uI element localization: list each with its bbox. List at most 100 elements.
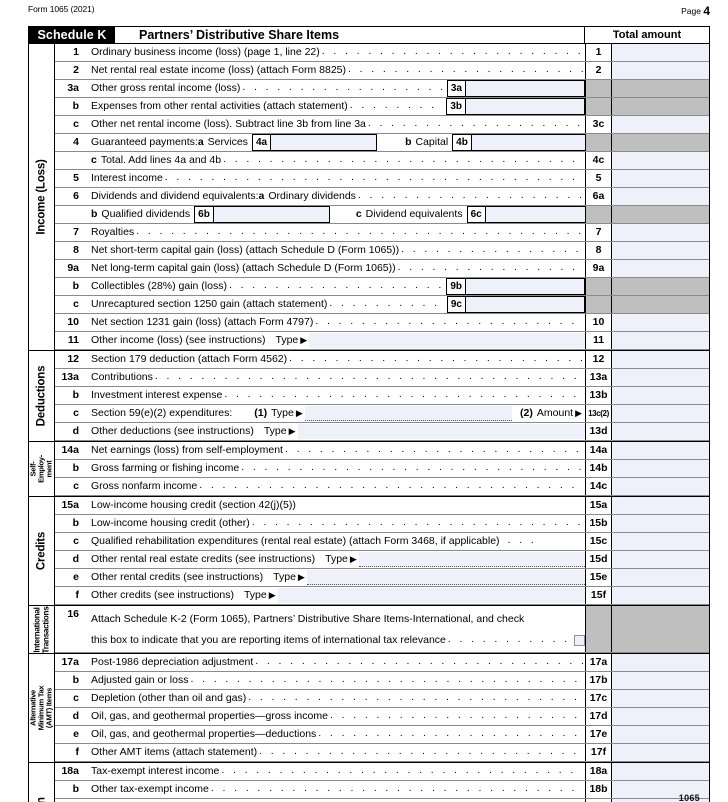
line-description: Other gross rental income (loss) 3a <box>84 80 586 97</box>
table-row: b Low-income housing credit (other) 15b <box>55 515 709 533</box>
line-description: Post-1986 depreciation adjustment <box>84 654 586 671</box>
amount-input[interactable] <box>612 170 709 187</box>
amount-input[interactable] <box>612 726 709 743</box>
inline-entry-field-4a[interactable] <box>271 135 377 150</box>
amount-input[interactable] <box>612 515 709 532</box>
inline-entry-field-3a[interactable] <box>466 81 584 96</box>
line-number: c <box>73 407 79 419</box>
amount-input[interactable] <box>612 708 709 725</box>
type-input[interactable] <box>358 552 585 567</box>
amount-input[interactable] <box>612 763 709 780</box>
dot-leader <box>348 62 583 78</box>
amount-input[interactable] <box>612 260 709 277</box>
line-description: Unrecaptured section 1250 gain (attach s… <box>84 296 586 313</box>
line-text-2: this box to indicate that you are report… <box>91 630 585 651</box>
amount-input[interactable] <box>612 62 709 79</box>
row-text: Section 179 deduction (attach Form 4562) <box>91 353 288 365</box>
amount-input[interactable] <box>612 569 709 586</box>
inline-entry-field-9c[interactable] <box>466 297 584 312</box>
row-text: Net section 1231 gain (loss) (attach For… <box>91 316 314 328</box>
amount-input[interactable] <box>612 369 709 386</box>
type-input[interactable] <box>304 406 513 421</box>
inline-entry-field-6b[interactable] <box>213 207 329 222</box>
amount-input[interactable] <box>612 460 709 477</box>
line-description: Tax-exempt interest income <box>84 763 586 780</box>
amount-input[interactable] <box>612 152 709 169</box>
amount-input[interactable] <box>612 587 709 604</box>
type-input[interactable] <box>277 588 585 603</box>
dot-leader <box>248 690 583 706</box>
amount-input[interactable] <box>612 387 709 404</box>
section-rows-credits: 15a Low-income housing credit (section 42… <box>55 497 709 605</box>
amount-input[interactable] <box>612 351 709 368</box>
row-text: Low-income housing credit (other) <box>91 517 250 529</box>
amount-input[interactable] <box>612 423 709 440</box>
line-description: Guaranteed payments: a Services 4a b Capital 4… <box>84 134 586 151</box>
line-number: 7 <box>73 226 79 238</box>
section-label-text: International Transactions <box>31 606 50 653</box>
table-row: c Gross nonfarm income 14c <box>55 478 709 496</box>
line-description: Dividends and dividend equivalents: a Ordi… <box>84 188 586 205</box>
amount-input[interactable] <box>612 672 709 689</box>
amount-input[interactable] <box>612 533 709 550</box>
line-description: Other rental credits (see instructions) T… <box>84 569 586 586</box>
line-description: Oil, gas, and geothermal properties—dedu… <box>84 726 586 743</box>
amount-input[interactable] <box>612 497 709 514</box>
line-description: Qualified rehabilitation expenditures (r… <box>84 533 586 550</box>
amount-input[interactable] <box>612 744 709 761</box>
table-row: b Collectibles (28%) gain (loss) 9b <box>55 278 709 296</box>
row-text: Other rental real estate credits (see in… <box>91 553 316 565</box>
amount-line-number: 17e <box>586 726 612 743</box>
dot-leader <box>136 224 583 240</box>
line-description: Attach Schedule K-2 (Form 1065), Partner… <box>84 606 586 652</box>
amount-line-number: 5 <box>586 170 612 187</box>
amount-input[interactable] <box>612 242 709 259</box>
line-text-1: Attach Schedule K-2 (Form 1065), Partner… <box>91 613 525 625</box>
type-input[interactable] <box>306 570 585 585</box>
amount-input[interactable] <box>612 442 709 459</box>
form-revision-label: Form 1065 (2021) <box>28 4 95 14</box>
dot-leader <box>322 44 583 60</box>
table-row: d Oil, gas, and geothermal properties—gro… <box>55 708 709 726</box>
amount-input[interactable] <box>612 44 709 61</box>
inline-entry-field-3b[interactable] <box>466 99 584 114</box>
table-row: f Other AMT items (attach statement) 17f <box>55 744 709 762</box>
line-number: d <box>72 425 79 437</box>
table-row: 9a Net long-term capital gain (loss) (att… <box>55 260 709 278</box>
row-text: Interest income <box>91 172 163 184</box>
type-input[interactable] <box>297 424 585 439</box>
type-input[interactable] <box>309 333 585 348</box>
amount-arrow-icon: ▶ <box>575 408 582 418</box>
inline-entry-field-6c[interactable] <box>485 207 585 222</box>
amount-input[interactable] <box>612 478 709 495</box>
line-number: 16 <box>67 608 79 620</box>
amount-input[interactable] <box>612 188 709 205</box>
inline-entry-label: 3b <box>447 99 466 114</box>
amount-input[interactable] <box>612 116 709 133</box>
inline-entry-field-4b[interactable] <box>471 135 585 150</box>
amount-input[interactable] <box>612 332 709 349</box>
table-row: 7 Royalties 7 <box>55 224 709 242</box>
row-text: Other AMT items (attach statement) <box>91 746 258 758</box>
page-number: 4 <box>703 4 710 18</box>
amount-input[interactable] <box>612 551 709 568</box>
amount-input <box>612 278 709 295</box>
amount-input[interactable] <box>612 654 709 671</box>
dot-leader <box>508 533 534 549</box>
row-text: Ordinary business income (loss) (page 1,… <box>91 46 320 58</box>
table-row: b Expenses from other rental activities (… <box>55 98 709 116</box>
sub-label-c: c <box>355 208 362 220</box>
dot-leader <box>165 170 583 186</box>
dot-leader <box>229 278 442 294</box>
table-row: b Adjusted gain or loss 17b <box>55 672 709 690</box>
line-description: Net section 1231 gain (loss) (attach For… <box>84 314 586 331</box>
amount-line-number: 14b <box>586 460 612 477</box>
amount-input[interactable] <box>612 690 709 707</box>
inline-entry-field-9b[interactable] <box>466 279 584 294</box>
table-row: c Unrecaptured section 1250 gain (attach … <box>55 296 709 314</box>
row-text: Section 59(e)(2) expenditures: <box>91 407 233 419</box>
amount-input[interactable] <box>612 405 709 422</box>
amount-input[interactable] <box>612 224 709 241</box>
amount-input[interactable] <box>612 314 709 331</box>
international-relevance-checkbox[interactable] <box>574 635 585 646</box>
